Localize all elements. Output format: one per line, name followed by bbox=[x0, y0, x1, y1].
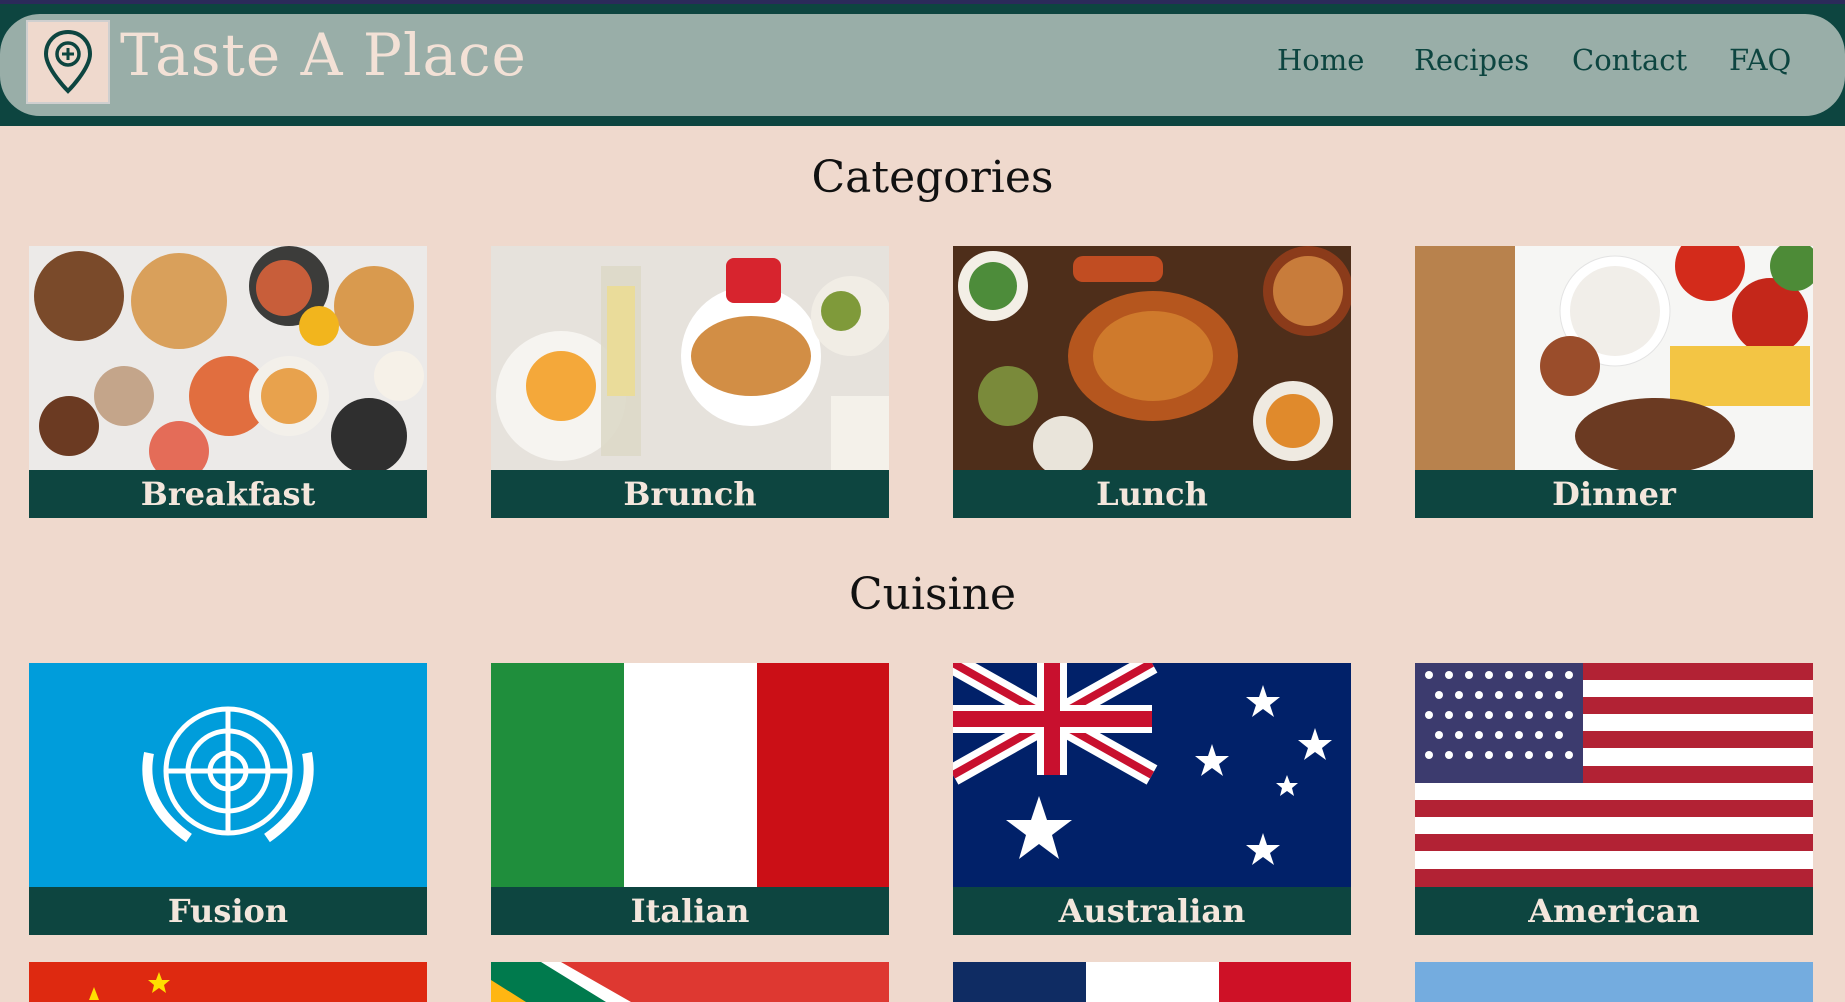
china-flag-image bbox=[29, 962, 427, 1002]
italy-flag-image bbox=[491, 663, 889, 887]
cuisine-card-partial-argentina[interactable] bbox=[1415, 962, 1813, 1002]
category-card-brunch[interactable]: Brunch bbox=[491, 246, 889, 518]
breakfast-image bbox=[29, 246, 427, 470]
cuisine-label: Fusion bbox=[29, 887, 427, 935]
cuisine-label: Italian bbox=[491, 887, 889, 935]
australia-flag-image bbox=[953, 663, 1351, 887]
cuisine-card-partial-south-africa[interactable] bbox=[491, 962, 889, 1002]
cuisine-heading: Cuisine bbox=[848, 569, 1017, 620]
dinner-image bbox=[1415, 246, 1813, 470]
categories-heading: Categories bbox=[811, 152, 1054, 203]
lunch-image bbox=[953, 246, 1351, 470]
cuisine-card-partial-france[interactable] bbox=[953, 962, 1351, 1002]
logo[interactable] bbox=[26, 20, 110, 104]
france-flag-image bbox=[953, 962, 1351, 1002]
cuisine-label: American bbox=[1415, 887, 1813, 935]
brunch-image bbox=[491, 246, 889, 470]
cuisine-card-italian[interactable]: Italian bbox=[491, 663, 889, 935]
nav-recipes[interactable]: Recipes bbox=[1414, 46, 1529, 75]
category-label: Brunch bbox=[491, 470, 889, 518]
category-label: Dinner bbox=[1415, 470, 1813, 518]
cuisine-label: Australian bbox=[953, 887, 1351, 935]
usa-flag-image bbox=[1415, 663, 1813, 887]
category-card-lunch[interactable]: Lunch bbox=[953, 246, 1351, 518]
navbar: Taste A Place Home Recipes Contact FAQ bbox=[0, 14, 1845, 116]
nav-home[interactable]: Home bbox=[1277, 46, 1364, 75]
un-flag-image bbox=[29, 663, 427, 887]
cuisine-card-australian[interactable]: Australian bbox=[953, 663, 1351, 935]
category-card-dinner[interactable]: Dinner bbox=[1415, 246, 1813, 518]
category-card-breakfast[interactable]: Breakfast bbox=[29, 246, 427, 518]
nav-contact[interactable]: Contact bbox=[1572, 46, 1687, 75]
map-pin-icon bbox=[43, 29, 93, 94]
argentina-flag-image bbox=[1415, 962, 1813, 1002]
south-africa-flag-image bbox=[491, 962, 889, 1002]
category-label: Breakfast bbox=[29, 470, 427, 518]
cuisine-card-fusion[interactable]: Fusion bbox=[29, 663, 427, 935]
cuisine-card-american[interactable]: American bbox=[1415, 663, 1813, 935]
nav-faq[interactable]: FAQ bbox=[1729, 46, 1791, 75]
cuisine-card-partial-china[interactable] bbox=[29, 962, 427, 1002]
brand-title[interactable]: Taste A Place bbox=[120, 26, 527, 84]
category-label: Lunch bbox=[953, 470, 1351, 518]
